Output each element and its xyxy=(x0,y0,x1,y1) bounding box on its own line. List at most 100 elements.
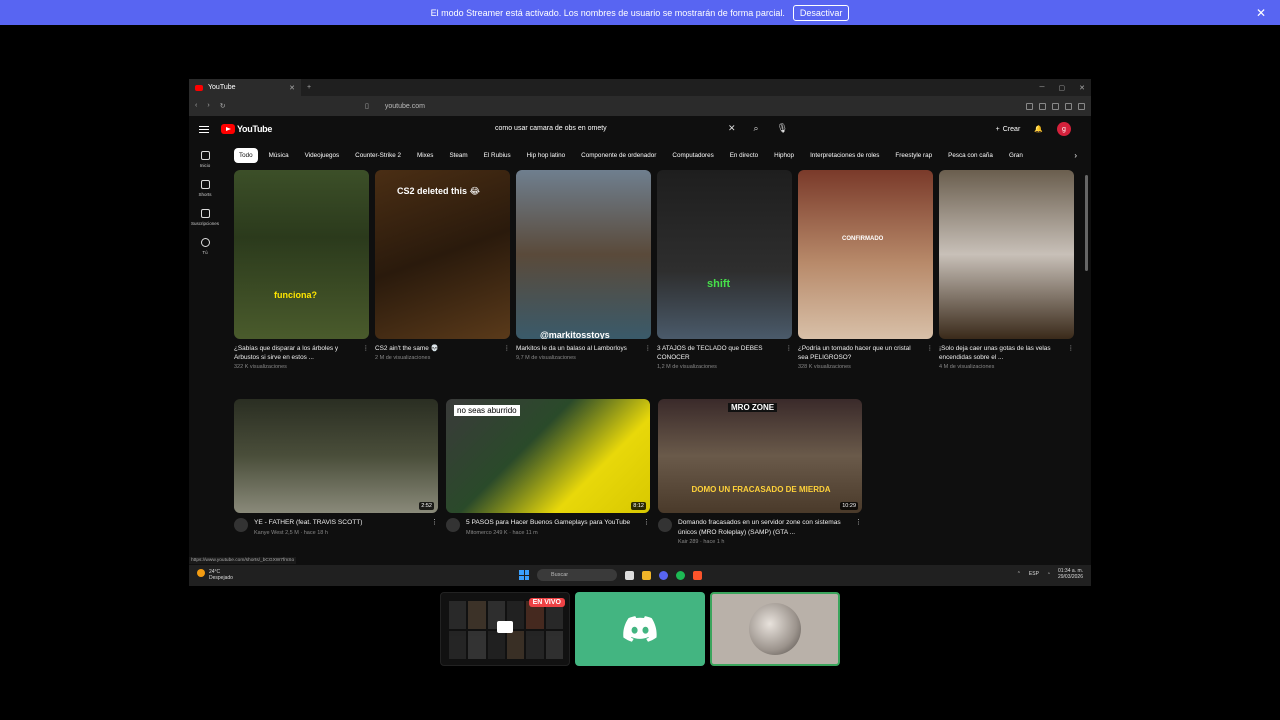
back-icon[interactable]: ‹ xyxy=(195,102,197,110)
video-title[interactable]: YE - FATHER (feat. TRAVIS SCOTT) xyxy=(254,518,362,528)
short-thumbnail[interactable]: @markitosstoys xyxy=(516,170,651,339)
file-app-icon[interactable] xyxy=(625,570,634,580)
browser-tab[interactable]: YouTube ✕ xyxy=(189,79,301,96)
wifi-icon[interactable]: ◔ xyxy=(1047,571,1050,577)
extension-icon[interactable] xyxy=(1039,102,1046,110)
discord-tile[interactable] xyxy=(575,592,705,666)
filter-chip[interactable]: Hiphop xyxy=(769,148,799,163)
short-card[interactable]: shift 3 ATAJOS de TECLADO que DEBES CONOC… xyxy=(657,170,792,370)
channel-avatar[interactable] xyxy=(446,518,460,532)
window-close-icon[interactable]: ✕ xyxy=(1079,84,1085,92)
create-button[interactable]: + Crear xyxy=(996,126,1021,133)
filter-chip[interactable]: Interpretaciones de roles xyxy=(805,148,884,163)
clock[interactable]: 01:34 a. m. 29/03/2026 xyxy=(1058,568,1083,580)
deactivate-button[interactable]: Desactivar xyxy=(792,4,850,21)
close-tab-icon[interactable]: ✕ xyxy=(289,84,295,92)
hamburger-menu-icon[interactable] xyxy=(199,125,209,133)
bookmark-icon[interactable]: ▯ xyxy=(365,102,369,110)
filter-chip[interactable]: Videojuegos xyxy=(300,148,345,163)
filter-chip[interactable]: Steam xyxy=(444,148,472,163)
video-title[interactable]: Domando fracasados en un servidor zone c… xyxy=(678,518,850,537)
short-thumbnail[interactable]: CONFIRMADO xyxy=(798,170,933,339)
short-thumbnail[interactable]: CS2 deleted this 😂 xyxy=(375,170,510,339)
filter-chip[interactable]: Freestyle rap xyxy=(890,148,937,163)
channel-avatar[interactable] xyxy=(658,518,672,532)
spotify-icon[interactable] xyxy=(676,570,685,580)
folder-icon[interactable] xyxy=(642,570,651,580)
menu-icon[interactable] xyxy=(1078,102,1085,110)
short-title[interactable]: Markitos le da un balaso al Lamborloys ⋮ xyxy=(516,344,651,353)
reload-icon[interactable]: ↻ xyxy=(220,102,226,110)
filter-chip[interactable]: Counter-Strike 2 xyxy=(350,148,406,163)
video-card[interactable]: no seas aburrido 8:12 5 PASOS para Hacer B… xyxy=(446,399,650,545)
avatar[interactable]: g xyxy=(1057,122,1071,136)
sidebar-item[interactable]: Shorts xyxy=(189,180,221,197)
filter-chip[interactable]: Hip hop latino xyxy=(522,148,571,163)
user-camera-tile[interactable] xyxy=(710,592,840,666)
video-card[interactable]: DOMO UN FRACASADO DE MIERDA MRO ZONE 10:29… xyxy=(658,399,862,545)
short-title[interactable]: ¿Sabías que disparar a los árboles y Arb… xyxy=(234,344,369,362)
more-options-icon[interactable]: ⋮ xyxy=(431,518,438,526)
more-options-icon[interactable]: ⋮ xyxy=(643,518,650,526)
video-thumbnail[interactable]: no seas aburrido 8:12 xyxy=(446,399,650,513)
scrollbar[interactable] xyxy=(1085,175,1088,271)
video-title[interactable]: 5 PASOS para Hacer Buenos Gameplays para… xyxy=(466,518,630,528)
short-title[interactable]: CS2 ain't the same 💀 ⋮ xyxy=(375,344,510,353)
short-card[interactable]: ¡Solo deja caer unas gotas de las velas … xyxy=(939,170,1074,370)
filter-chip[interactable]: En directo xyxy=(725,148,763,163)
chevron-right-icon[interactable]: › xyxy=(1074,151,1077,160)
video-card[interactable]: 2:52 YE - FATHER (feat. TRAVIS SCOTT) Kany… xyxy=(234,399,438,545)
discord-taskbar-icon[interactable] xyxy=(659,570,668,580)
filter-chip[interactable]: Pesca con caña xyxy=(943,148,998,163)
more-options-icon[interactable]: ⋮ xyxy=(786,344,792,353)
tray-chevron-icon[interactable]: ⌃ xyxy=(1017,571,1021,577)
lang-indicator[interactable]: ESP xyxy=(1029,571,1039,577)
more-options-icon[interactable]: ⋮ xyxy=(363,344,369,353)
extension-icon[interactable] xyxy=(1052,102,1059,110)
more-options-icon[interactable]: ⋮ xyxy=(855,518,862,526)
video-thumbnail[interactable]: DOMO UN FRACASADO DE MIERDA MRO ZONE 10:29 xyxy=(658,399,862,513)
filter-chip[interactable]: Componente de ordenador xyxy=(576,148,661,163)
short-card[interactable]: CS2 deleted this 😂 CS2 ain't the same 💀 ⋮ 2… xyxy=(375,170,510,370)
extension-icon[interactable] xyxy=(1065,102,1072,110)
filter-chip[interactable]: Gran xyxy=(1004,148,1028,163)
channel-avatar[interactable] xyxy=(234,518,248,532)
more-options-icon[interactable]: ⋮ xyxy=(645,344,651,353)
url-field[interactable]: youtube.com xyxy=(385,103,425,110)
search-input[interactable]: como usar camara de obs en omety xyxy=(495,125,607,132)
extension-icon[interactable] xyxy=(1026,102,1033,110)
close-icon[interactable]: ✕ xyxy=(1256,6,1266,20)
new-tab-icon[interactable]: + xyxy=(307,84,311,91)
sidebar-item[interactable]: Tú xyxy=(189,238,221,255)
filter-chip[interactable]: Mixes xyxy=(412,148,438,163)
short-card[interactable]: @markitosstoys Markitos le da un balaso a… xyxy=(516,170,651,370)
filter-chip[interactable]: Computadores xyxy=(667,148,718,163)
short-card[interactable]: CONFIRMADO ¿Podría un tornado hacer que u… xyxy=(798,170,933,370)
short-thumbnail[interactable] xyxy=(939,170,1074,339)
more-options-icon[interactable]: ⋮ xyxy=(927,344,933,353)
bell-icon[interactable]: 🔔 xyxy=(1034,125,1043,133)
youtube-logo[interactable]: YouTube xyxy=(221,124,272,134)
minimize-icon[interactable]: ─ xyxy=(1040,84,1045,92)
short-card[interactable]: funciona? ¿Sabías que disparar a los árbo… xyxy=(234,170,369,370)
short-thumbnail[interactable]: shift xyxy=(657,170,792,339)
weather-widget[interactable]: 24°C Despejado xyxy=(197,569,233,581)
windows-start-icon[interactable] xyxy=(519,570,529,580)
short-title[interactable]: ¿Podría un tornado hacer que un cristal … xyxy=(798,344,933,362)
channel-name[interactable]: Kanye West xyxy=(254,530,284,536)
more-options-icon[interactable]: ⋮ xyxy=(504,344,510,353)
clear-search-icon[interactable]: ✕ xyxy=(728,123,736,134)
mic-icon[interactable]: 🎙 xyxy=(777,123,788,134)
channel-name[interactable]: Mitomerco xyxy=(466,530,492,536)
video-thumbnail[interactable]: 2:52 xyxy=(234,399,438,513)
short-thumbnail[interactable]: funciona? xyxy=(234,170,369,339)
channel-name[interactable]: Kair xyxy=(678,539,688,545)
filter-chip[interactable]: Música xyxy=(264,148,294,163)
brave-icon[interactable] xyxy=(693,570,702,580)
taskbar-search[interactable]: Buscar xyxy=(537,569,617,581)
short-title[interactable]: ¡Solo deja caer unas gotas de las velas … xyxy=(939,344,1074,362)
stream-preview-tile[interactable]: EN VIVO xyxy=(440,592,570,666)
maximize-icon[interactable]: ▢ xyxy=(1059,84,1066,92)
sidebar-item[interactable]: Suscripciones xyxy=(189,209,221,226)
search-icon[interactable]: ⌕ xyxy=(754,123,759,134)
